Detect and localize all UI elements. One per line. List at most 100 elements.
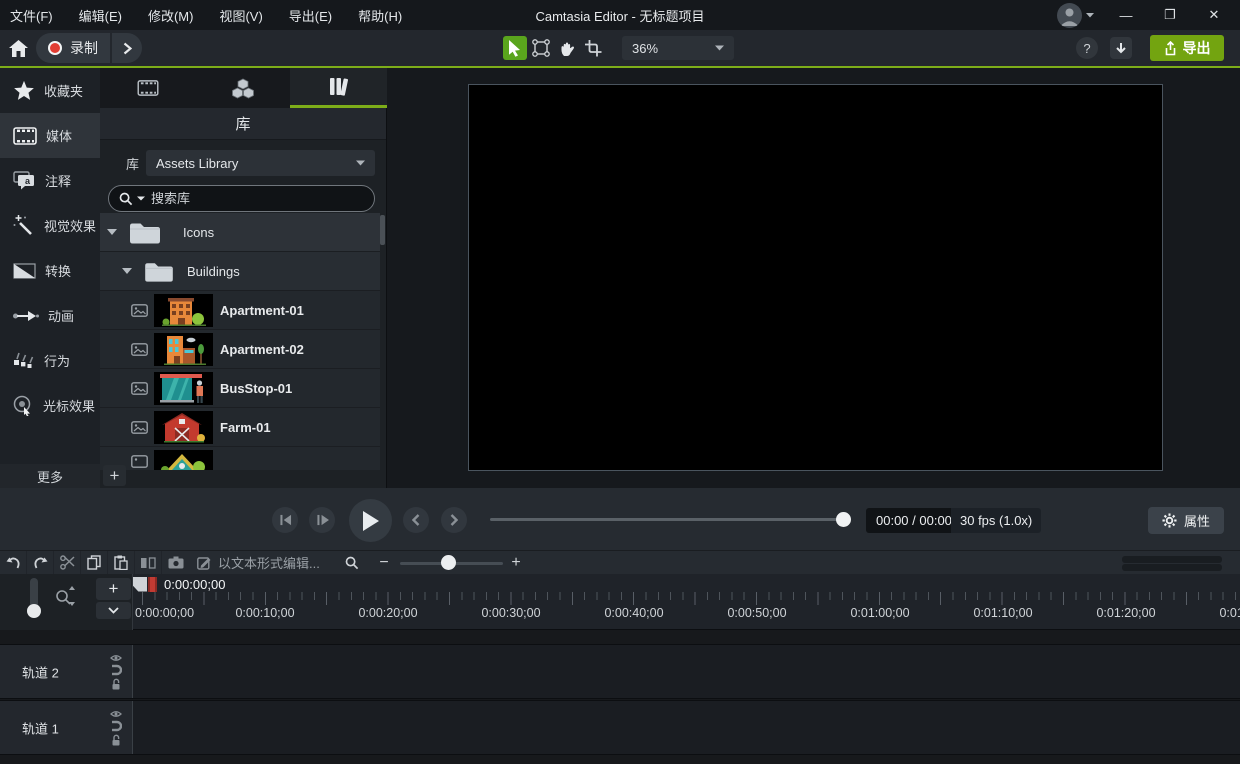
track-zoom-icon bbox=[56, 586, 75, 606]
paste-button[interactable] bbox=[108, 551, 135, 574]
library-item-farm-01[interactable]: Farm-01 bbox=[100, 408, 380, 447]
timeline-zoom-in-button[interactable]: + bbox=[506, 551, 526, 574]
edit-as-text-button[interactable]: 以文本形式编辑... bbox=[189, 551, 328, 574]
library-item-apartment-01[interactable]: Apartment-01 bbox=[100, 291, 380, 330]
tab-media-bin[interactable] bbox=[100, 68, 195, 108]
caret-down-icon[interactable] bbox=[107, 229, 117, 235]
playhead-flag-icon[interactable] bbox=[133, 576, 147, 592]
snapshot-button[interactable] bbox=[162, 551, 189, 574]
pan-tool-button[interactable] bbox=[555, 36, 579, 60]
cursor-icon bbox=[509, 39, 520, 57]
library-select[interactable]: Assets Library bbox=[146, 150, 375, 176]
sidebar-item-media[interactable]: 媒体 bbox=[0, 113, 100, 158]
playback-slider-handle[interactable] bbox=[836, 512, 851, 527]
magnet-icon[interactable] bbox=[111, 664, 122, 676]
library-search-input[interactable] bbox=[149, 190, 333, 207]
export-button[interactable]: 导出 bbox=[1150, 35, 1224, 61]
menu-help[interactable]: 帮助(H) bbox=[358, 6, 402, 25]
sidebar-item-visual-effects[interactable]: 视觉效果 bbox=[0, 203, 100, 248]
timeline-ruler[interactable]: + 0:00:00;00 0:00:10;00 0:00:20;00 0:00:… bbox=[0, 574, 1240, 630]
cubes-icon bbox=[231, 78, 254, 98]
sidebar-label: 收藏夹 bbox=[44, 84, 84, 99]
menu-file[interactable]: 文件(F) bbox=[10, 6, 53, 25]
tab-packages[interactable] bbox=[195, 68, 290, 108]
next-frame-button[interactable] bbox=[309, 507, 335, 533]
copy-button[interactable] bbox=[81, 551, 108, 574]
sidebar-item-annotations[interactable]: a 注释 bbox=[0, 158, 100, 203]
menu-export[interactable]: 导出(E) bbox=[289, 6, 332, 25]
magic-wand-icon bbox=[13, 215, 32, 235]
library-item-busstop-01[interactable]: BusStop-01 bbox=[100, 369, 380, 408]
library-add-button[interactable]: + bbox=[103, 465, 126, 486]
ruler-label: 0:00:50;00 bbox=[727, 606, 787, 620]
tab-library[interactable] bbox=[290, 68, 387, 108]
eye-icon[interactable] bbox=[110, 710, 122, 718]
add-track-button[interactable]: + bbox=[96, 578, 131, 600]
lock-icon[interactable] bbox=[111, 734, 121, 746]
track-1-header[interactable]: 轨道 1 bbox=[0, 701, 133, 754]
library-search[interactable] bbox=[108, 185, 375, 212]
split-button[interactable] bbox=[135, 551, 162, 574]
user-avatar[interactable] bbox=[1057, 2, 1082, 28]
track-2-header[interactable]: 轨道 2 bbox=[0, 645, 133, 698]
edit-tool-button[interactable] bbox=[529, 36, 553, 60]
timeline-zoom-slider-handle[interactable] bbox=[441, 555, 456, 570]
minimize-button[interactable]: — bbox=[1106, 0, 1146, 30]
timeline-zoom-out-button[interactable]: − bbox=[374, 551, 394, 574]
caret-down-icon[interactable] bbox=[122, 268, 132, 274]
collapse-tracks-button[interactable] bbox=[96, 602, 131, 619]
eye-icon[interactable] bbox=[110, 654, 122, 662]
track-1-lane[interactable] bbox=[133, 701, 1240, 754]
library-item-apartment-02[interactable]: Apartment-02 bbox=[100, 330, 380, 369]
sidebar-more-button[interactable]: 更多 bbox=[0, 464, 100, 488]
preview-canvas[interactable] bbox=[468, 84, 1163, 471]
transform-icon bbox=[532, 39, 550, 57]
sidebar-item-transitions[interactable]: 转换 bbox=[0, 248, 100, 293]
chevron-down-icon bbox=[108, 607, 119, 614]
ruler-scale[interactable]: 0:00:00;00 0:00:10;00 0:00:20;00 0:00:30… bbox=[133, 574, 1240, 630]
properties-button[interactable]: 属性 bbox=[1148, 507, 1224, 534]
library-scrollbar[interactable] bbox=[380, 215, 385, 245]
sidebar-item-animations[interactable]: 动画 bbox=[0, 293, 100, 338]
cut-button[interactable] bbox=[54, 551, 81, 574]
maximize-button[interactable]: ❐ bbox=[1150, 0, 1190, 30]
record-more-button[interactable] bbox=[112, 33, 142, 63]
record-dot-icon bbox=[48, 41, 62, 55]
sidebar-label: 动画 bbox=[48, 309, 75, 324]
undo-button[interactable] bbox=[0, 551, 27, 574]
track-2-lane[interactable] bbox=[133, 645, 1240, 698]
close-button[interactable]: ✕ bbox=[1194, 0, 1234, 30]
sidebar-item-favorites[interactable]: 收藏夹 bbox=[0, 68, 100, 113]
playhead[interactable]: 0:00:00;00 bbox=[133, 576, 225, 592]
library-item-partial[interactable] bbox=[100, 447, 380, 470]
menu-view[interactable]: 视图(V) bbox=[219, 6, 262, 25]
folder-row-buildings[interactable]: Buildings bbox=[100, 252, 380, 291]
play-button[interactable] bbox=[349, 499, 392, 542]
crop-tool-button[interactable] bbox=[581, 36, 605, 60]
sidebar-item-cursor-effects[interactable]: 光标效果 bbox=[0, 383, 100, 428]
fps-display[interactable]: 30 fps (1.0x) bbox=[951, 508, 1042, 533]
home-icon[interactable] bbox=[9, 40, 28, 57]
canvas-zoom-select[interactable]: 36% bbox=[622, 36, 734, 60]
record-button[interactable]: 录制 bbox=[36, 33, 110, 63]
redo-button[interactable] bbox=[27, 551, 54, 574]
menu-modify[interactable]: 修改(M) bbox=[148, 6, 194, 25]
folder-row-icons[interactable]: Icons bbox=[100, 213, 380, 252]
previous-frame-button[interactable] bbox=[272, 507, 298, 533]
playhead-grip-icon[interactable] bbox=[148, 576, 157, 592]
jump-back-button[interactable] bbox=[403, 507, 429, 533]
playback-slider[interactable] bbox=[490, 518, 846, 521]
menu-edit[interactable]: 编辑(E) bbox=[79, 6, 122, 25]
timeline-horizontal-scrollbar-thumb[interactable] bbox=[1122, 564, 1222, 571]
avatar-caret-icon[interactable] bbox=[1086, 12, 1094, 18]
select-tool-button[interactable] bbox=[503, 36, 527, 60]
timeline-horizontal-scrollbar[interactable] bbox=[1122, 556, 1222, 563]
download-button[interactable] bbox=[1110, 37, 1132, 59]
jump-forward-button[interactable] bbox=[441, 507, 467, 533]
sidebar-item-behaviors[interactable]: 行为 bbox=[0, 338, 100, 383]
image-badge-icon bbox=[131, 342, 148, 356]
lock-icon[interactable] bbox=[111, 678, 121, 690]
help-button[interactable]: ? bbox=[1076, 37, 1098, 59]
magnet-icon[interactable] bbox=[111, 720, 122, 732]
track-height-slider-handle[interactable] bbox=[27, 604, 41, 618]
